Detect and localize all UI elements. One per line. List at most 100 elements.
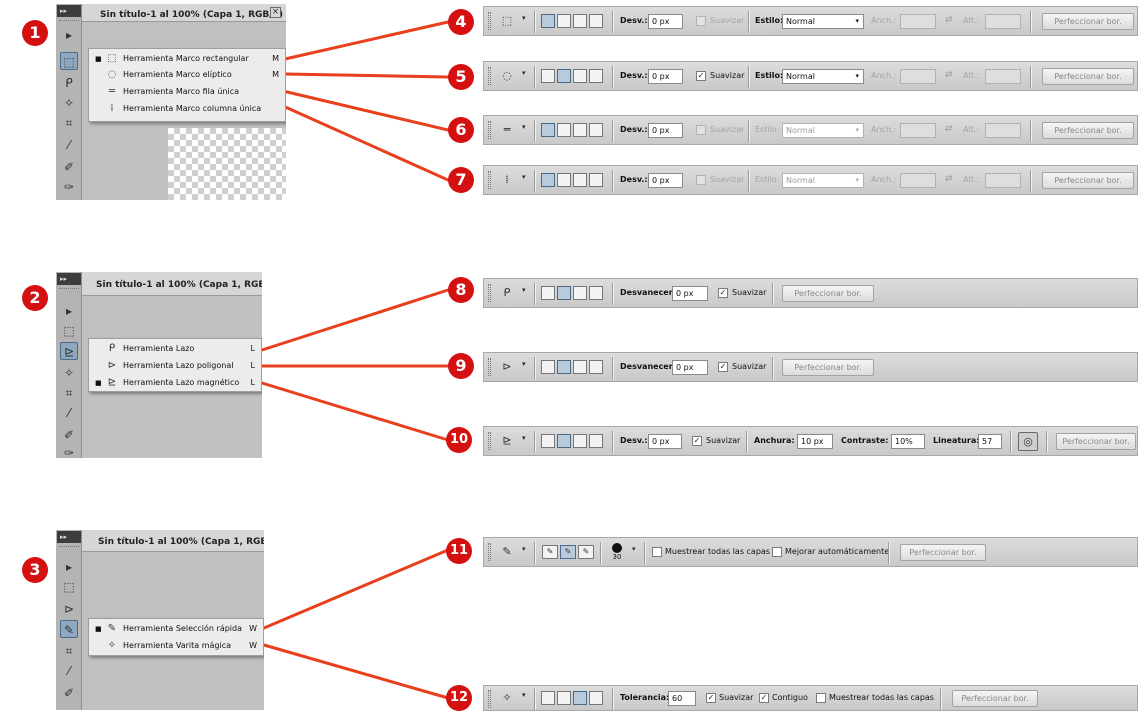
antialias-checkbox[interactable]: ✓ [718,288,728,298]
move-tool-icon[interactable]: ▸ [60,26,78,44]
flyout-item-lasso[interactable]: ᑭ Herramienta Lazo L [89,342,262,356]
wand-tool-icon[interactable]: ✧ [60,94,78,112]
refine-edge-button[interactable]: Perfeccionar bor. [1056,433,1136,450]
width-input[interactable] [900,173,936,188]
refine-edge-button[interactable]: Perfeccionar bor. [1042,172,1134,189]
crop-tool-icon[interactable]: ⌗ [60,114,78,132]
bar-grip[interactable] [488,12,491,30]
intersect-selection-icon[interactable] [589,360,603,374]
refine-edge-button[interactable]: Perfeccionar bor. [782,359,874,376]
eyedropper-tool-icon[interactable]: ⁄ [60,662,78,680]
ellipse-marquee-icon[interactable]: ◌ [498,68,516,84]
antialias-checkbox[interactable]: ✓ [696,71,706,81]
healing-tool-icon[interactable]: ✐ [60,426,78,444]
new-selection-icon[interactable] [541,173,555,187]
height-input[interactable] [985,14,1021,29]
crop-tool-icon[interactable]: ⌗ [60,642,78,660]
bar-grip[interactable] [488,67,491,85]
refine-edge-button[interactable]: Perfeccionar bor. [900,544,986,561]
bar-grip[interactable] [488,358,491,376]
antialias-checkbox[interactable] [696,175,706,185]
intersect-selection-icon[interactable] [589,691,603,705]
feather-input[interactable]: 0 px [648,173,683,188]
antialias-checkbox[interactable]: ✓ [706,693,716,703]
swap-icon[interactable]: ⇄ [945,70,953,80]
bar-grip[interactable] [488,543,491,561]
feather-input[interactable]: 0 px [648,69,683,84]
pen-pressure-icon[interactable]: ◎ [1018,432,1038,451]
chevron-down-icon[interactable]: ▾ [522,123,526,131]
add-selection-icon[interactable] [557,286,571,300]
new-selection-icon[interactable] [541,69,555,83]
subtract-selection-icon[interactable] [573,123,587,137]
add-selection-brush-icon[interactable]: ✎ [560,545,576,559]
polygonal-lasso-icon[interactable]: ⊳ [498,359,516,375]
feather-input[interactable]: 0 px [672,286,708,301]
width-input[interactable] [900,123,936,138]
close-icon[interactable]: × [270,7,281,18]
new-selection-icon[interactable] [541,691,555,705]
feather-input[interactable]: 0 px [648,14,683,29]
new-selection-icon[interactable] [541,434,555,448]
new-selection-icon[interactable] [541,360,555,374]
height-input[interactable] [985,123,1021,138]
refine-edge-button[interactable]: Perfeccionar bor. [1042,68,1134,85]
marquee-tool-icon[interactable]: ⬚ [60,322,78,340]
wand-tool-icon[interactable]: ✧ [60,364,78,382]
intersect-selection-icon[interactable] [589,123,603,137]
chevron-down-icon[interactable]: ▾ [522,360,526,368]
subtract-selection-brush-icon[interactable]: ✎ [578,545,594,559]
new-selection-icon[interactable] [541,14,555,28]
bar-grip[interactable] [488,690,491,708]
frequency-input[interactable]: 57 [978,434,1002,449]
style-select[interactable]: Normal ▾ [782,173,864,188]
width-input[interactable] [900,69,936,84]
flyout-item-magnetic-lasso[interactable]: ■ ⊵ Herramienta Lazo magnético L [89,376,262,390]
marquee-tool-icon[interactable]: ⬚ [60,52,78,70]
contiguous-checkbox[interactable]: ✓ [759,693,769,703]
width-input[interactable]: 10 px [797,434,833,449]
magic-wand-icon[interactable]: ✧ [498,690,516,706]
flyout-item-rect-marquee[interactable]: ■ ⬚ Herramienta Marco rectangular M [89,52,286,66]
new-selection-brush-icon[interactable]: ✎ [542,545,558,559]
refine-edge-button[interactable]: Perfeccionar bor. [952,690,1038,707]
flyout-item-column-marquee[interactable]: ⁞ Herramienta Marco columna única [89,102,286,116]
feather-input[interactable]: 0 px [648,123,683,138]
move-tool-icon[interactable]: ▸ [60,558,78,576]
toolbox-grip[interactable]: ▸▸ [57,5,81,17]
toolbox-grip[interactable]: ▸▸ [57,531,81,543]
swap-icon[interactable]: ⇄ [945,174,953,184]
chevron-down-icon[interactable]: ▾ [522,434,526,442]
new-selection-icon[interactable] [541,123,555,137]
magnetic-lasso-icon[interactable]: ⊵ [498,433,516,449]
chevron-down-icon[interactable]: ▾ [522,14,526,22]
feather-input[interactable]: 0 px [648,434,682,449]
chevron-down-icon[interactable]: ▾ [522,691,526,699]
add-selection-icon[interactable] [557,69,571,83]
swap-icon[interactable]: ⇄ [945,124,953,134]
bar-grip[interactable] [488,432,491,450]
antialias-checkbox[interactable]: ✓ [718,362,728,372]
eyedropper-tool-icon[interactable]: ⁄ [60,404,78,422]
subtract-selection-icon[interactable] [573,286,587,300]
marquee-tool-icon[interactable]: ⬚ [60,578,78,596]
style-select[interactable]: Normal ▾ [782,123,864,138]
toolbox-grip[interactable]: ▸▸ [57,273,81,285]
subtract-selection-icon[interactable] [573,691,587,705]
eyedropper-tool-icon[interactable]: ⁄ [60,136,78,154]
flyout-item-magic-wand[interactable]: ✧ Herramienta Varita mágica W [89,639,264,653]
tolerance-input[interactable]: 60 [668,691,696,706]
feather-input[interactable]: 0 px [672,360,708,375]
brush-tool-icon[interactable]: ✑ [60,178,78,196]
add-selection-icon[interactable] [557,173,571,187]
subtract-selection-icon[interactable] [573,434,587,448]
height-input[interactable] [985,173,1021,188]
bar-grip[interactable] [488,121,491,139]
subtract-selection-icon[interactable] [573,360,587,374]
crop-tool-icon[interactable]: ⌗ [60,384,78,402]
auto-enhance-checkbox[interactable] [772,547,782,557]
add-selection-icon[interactable] [557,691,571,705]
antialias-checkbox[interactable]: ✓ [692,436,702,446]
refine-edge-button[interactable]: Perfeccionar bor. [1042,13,1134,30]
antialias-checkbox[interactable] [696,125,706,135]
